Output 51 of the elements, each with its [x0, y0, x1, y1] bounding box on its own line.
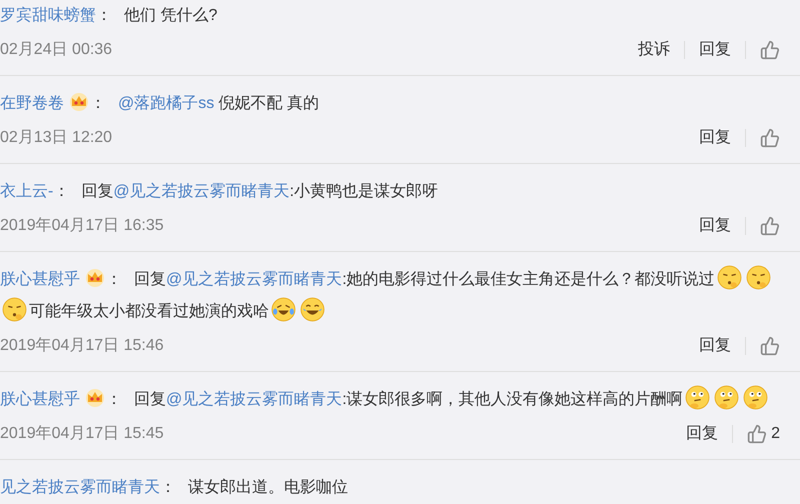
comment-text: :小黄鸭也是谋女郎呀	[290, 183, 438, 200]
separator-text: ：	[160, 479, 176, 496]
separator-text: ：	[53, 183, 70, 200]
mention-link[interactable]: @见之若披云雾而睹青天	[166, 271, 342, 288]
action-link[interactable]: 回复	[699, 38, 731, 62]
username-link[interactable]: 罗宾甜味螃蟹	[0, 7, 96, 24]
comment-text: 倪妮不配 真的	[218, 95, 320, 112]
comment-text: 回复	[81, 183, 114, 200]
mention-link[interactable]: @见之若披云雾而睹青天	[113, 183, 290, 200]
separator-text: ：	[90, 95, 106, 112]
mention-link[interactable]: @见之若披云雾而睹青天	[166, 391, 342, 408]
comment-text: 谋女郎出道。电影咖位	[188, 479, 348, 496]
action-link[interactable]: 回复	[699, 334, 731, 358]
shushing-face-icon	[716, 265, 742, 290]
comment-timestamp: 2019年04月17日 15:46	[0, 336, 164, 356]
separator-text: ：	[96, 7, 112, 24]
thinking-face-icon	[684, 385, 710, 410]
comment-text: 他们 凭什么?	[124, 7, 218, 24]
like-count: 2	[771, 424, 780, 444]
shushing-face-icon	[746, 265, 771, 290]
action-link[interactable]: 回复	[699, 126, 731, 150]
comment-text: :她的电影得过什么最佳女主角还是什么？都没听说过	[342, 271, 715, 288]
action-link[interactable]: 回复	[699, 214, 731, 238]
separator-text: ：	[106, 271, 122, 288]
separator-text: ：	[106, 391, 122, 408]
username-link[interactable]: 见之若披云雾而睹青天	[0, 479, 160, 496]
mention-link[interactable]: @落跑橘子ss	[118, 95, 214, 112]
grinning-face-icon	[300, 297, 325, 322]
comment-text: :谋女郎很多啊，其他人没有像她这样高的片酬啊	[342, 391, 683, 408]
comment-timestamp: 2019年04月17日 16:35	[0, 216, 164, 236]
thinking-face-icon	[742, 385, 768, 410]
username-link[interactable]: 朕心甚慰乎	[0, 391, 80, 408]
like-icon[interactable]	[747, 424, 768, 444]
shushing-face-icon	[2, 297, 27, 322]
action-link[interactable]: 投诉	[638, 38, 670, 62]
laughing-face-icon	[271, 297, 296, 322]
comment-timestamp: 02月13日 12:20	[0, 128, 112, 148]
username-link[interactable]: 朕心甚慰乎	[0, 271, 80, 288]
thinking-face-icon	[714, 385, 739, 410]
comment-text: 回复	[134, 391, 166, 408]
username-link[interactable]: 在野卷卷	[0, 95, 64, 112]
action-link[interactable]: 回复	[686, 422, 718, 446]
like-icon[interactable]	[760, 40, 780, 60]
comment-text: 回复	[134, 271, 166, 288]
username-link[interactable]: 衣上云-	[0, 183, 54, 200]
like-icon[interactable]	[760, 216, 780, 236]
comment-timestamp: 02月24日 00:36	[0, 40, 112, 60]
like-icon[interactable]	[760, 128, 780, 148]
comment-timestamp: 2019年04月17日 15:45	[0, 424, 164, 444]
like-icon[interactable]	[760, 336, 780, 356]
comment-text: 可能年级太小都没看过她演的戏哈	[29, 303, 269, 320]
